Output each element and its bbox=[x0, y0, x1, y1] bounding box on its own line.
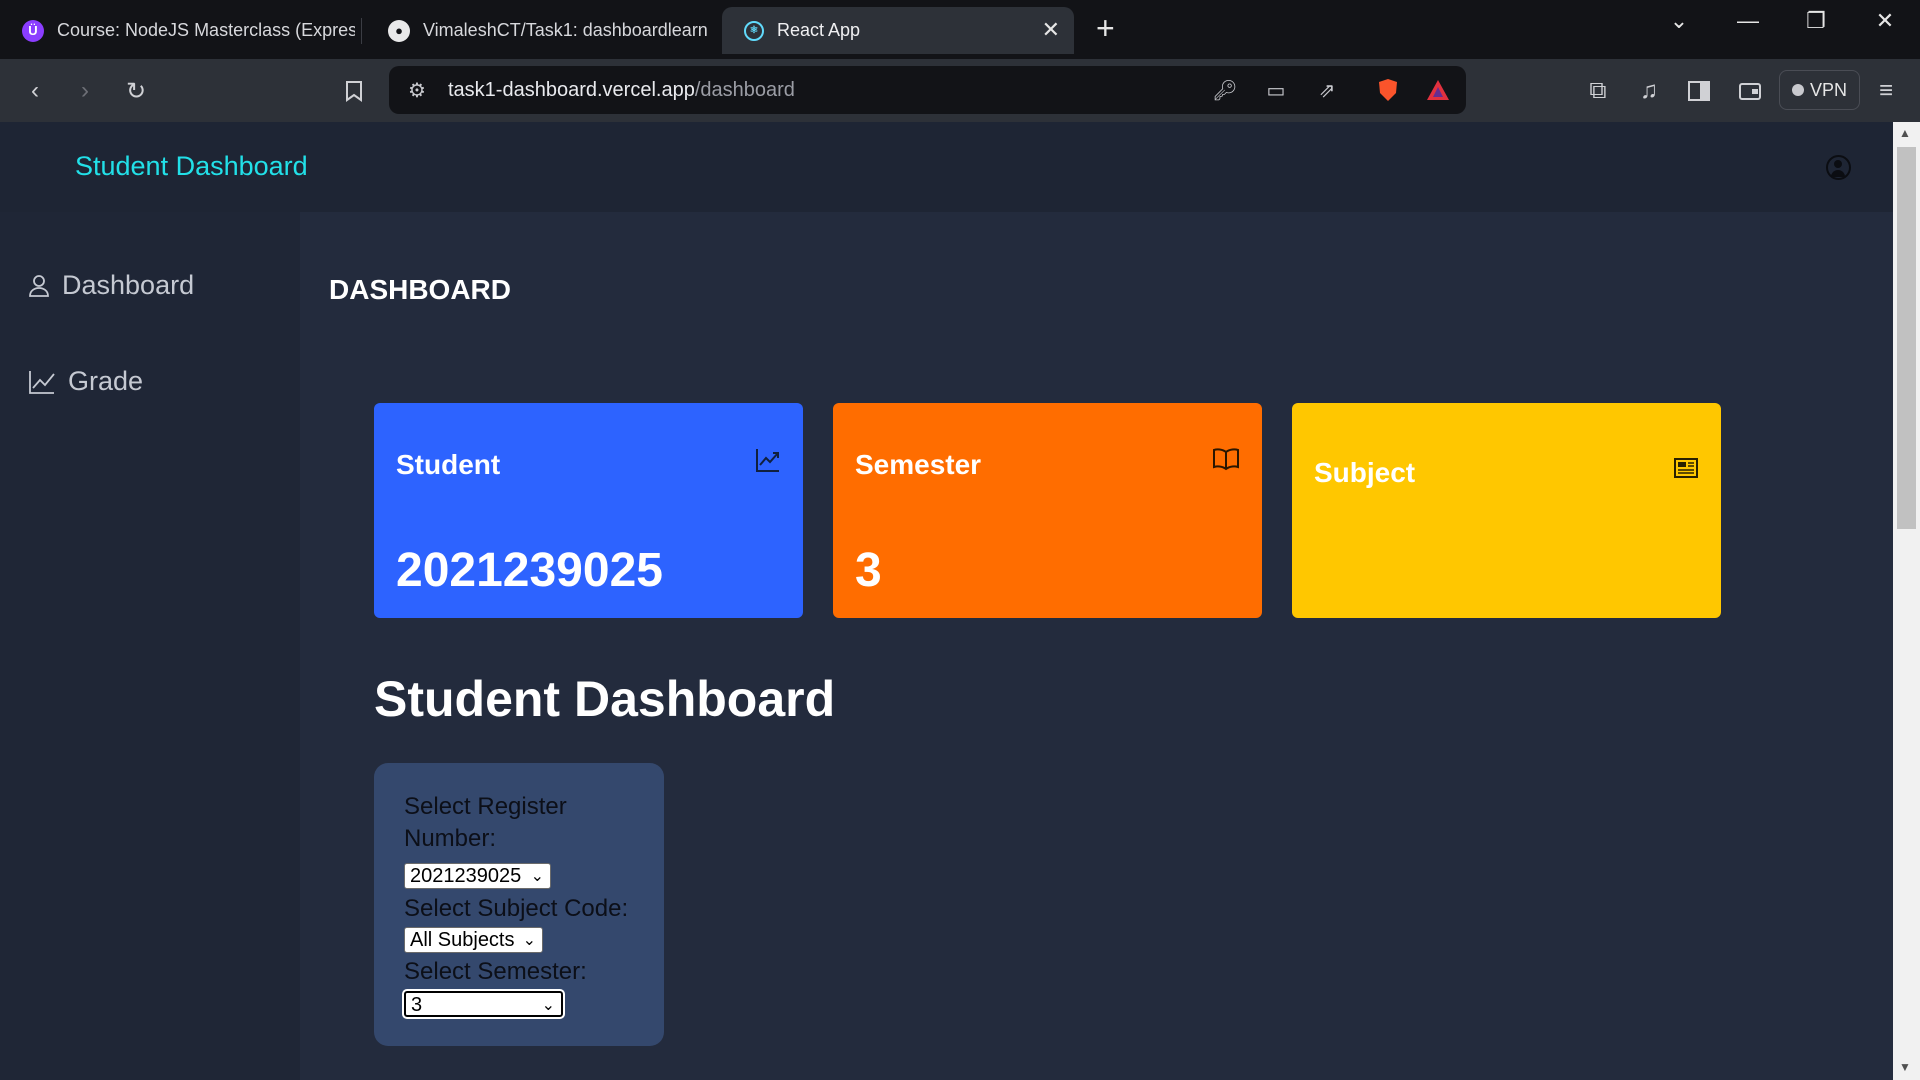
page-viewport: Student Dashboard Dashboard Grade DASHBO… bbox=[0, 122, 1893, 1080]
semester-card: Semester 3 bbox=[833, 403, 1262, 618]
student-card: Student 2021239025 bbox=[374, 403, 803, 618]
install-app-icon[interactable]: ▭ bbox=[1262, 76, 1290, 104]
subject-code-label: Select Subject Code: bbox=[404, 895, 629, 922]
react-icon: ⚛ bbox=[744, 20, 764, 41]
register-number-label: Select Register Number: bbox=[404, 793, 567, 852]
browser-toolbar: ‹ › ↻ ⚙ task1-dashboard.vercel.app/dashb… bbox=[0, 59, 1920, 122]
tab-nodejs-course[interactable]: Ü Course: NodeJS Masterclass (Express bbox=[0, 7, 355, 54]
close-window-button[interactable]: ✕ bbox=[1865, 8, 1905, 34]
tab-react-app[interactable]: ⚛ React App ✕ bbox=[722, 7, 1074, 54]
chevron-down-icon: ⌄ bbox=[530, 868, 544, 885]
brand-title[interactable]: Student Dashboard bbox=[75, 151, 308, 182]
vpn-status-icon bbox=[1791, 84, 1804, 96]
page-title: DASHBOARD bbox=[329, 274, 511, 305]
tab-search-icon[interactable]: ⌄ bbox=[1659, 8, 1699, 34]
sidebar-item-dashboard[interactable]: Dashboard bbox=[28, 270, 194, 301]
section-title: Student Dashboard bbox=[374, 671, 836, 727]
app-header: Student Dashboard bbox=[0, 122, 1893, 212]
menu-icon[interactable]: ≡ bbox=[1870, 75, 1902, 107]
user-icon bbox=[29, 274, 49, 297]
url-text: task1-dashboard.vercel.app/dashboard bbox=[448, 79, 795, 101]
semester-select[interactable]: 3 ⌄ bbox=[402, 989, 565, 1019]
chart-line-icon bbox=[29, 370, 55, 394]
wallet-icon[interactable] bbox=[1734, 75, 1766, 107]
github-icon: ● bbox=[388, 19, 410, 42]
semester-label: Select Semester: bbox=[404, 958, 587, 985]
reload-icon[interactable]: ↻ bbox=[120, 75, 152, 107]
chevron-down-icon: ⌄ bbox=[522, 932, 536, 949]
scroll-down-icon[interactable]: ▼ bbox=[1899, 1060, 1911, 1074]
subject-code-select[interactable]: All Subjects ⌄ bbox=[404, 927, 543, 953]
browser-tab-bar: Ü Course: NodeJS Masterclass (Express ● … bbox=[0, 0, 1920, 59]
tab-label: Course: NodeJS Masterclass (Express bbox=[57, 20, 355, 40]
card-title: Subject bbox=[1314, 457, 1416, 488]
scrollbar-thumb[interactable] bbox=[1897, 147, 1916, 529]
sidebar-item-grade[interactable]: Grade bbox=[28, 366, 143, 397]
music-icon[interactable]: ♫ bbox=[1633, 75, 1665, 107]
chevron-down-icon: ⌄ bbox=[541, 997, 555, 1014]
sidebar-item-label: Dashboard bbox=[62, 270, 195, 300]
new-tab-button[interactable]: + bbox=[1096, 12, 1115, 44]
register-number-select[interactable]: 2021239025 ⌄ bbox=[404, 863, 551, 889]
card-title: Semester bbox=[855, 449, 982, 480]
account-icon[interactable] bbox=[1826, 155, 1851, 180]
site-settings-icon[interactable]: ⚙ bbox=[403, 76, 431, 104]
sidebar-toggle-icon[interactable] bbox=[1683, 75, 1715, 107]
minimize-button[interactable]: — bbox=[1728, 8, 1768, 34]
address-bar[interactable]: ⚙ task1-dashboard.vercel.app/dashboard 🔑… bbox=[389, 66, 1466, 114]
card-value: 2021239025 bbox=[396, 544, 663, 597]
tab-divider bbox=[361, 18, 362, 44]
card-value: 3 bbox=[855, 544, 882, 597]
back-icon[interactable]: ‹ bbox=[19, 75, 51, 107]
trending-up-icon bbox=[756, 449, 779, 472]
brave-rewards-icon[interactable] bbox=[1424, 76, 1452, 104]
tab-label: VimaleshCT/Task1: dashboardlearn bbox=[423, 20, 708, 40]
forward-icon[interactable]: › bbox=[69, 75, 101, 107]
close-tab-icon[interactable]: ✕ bbox=[1042, 17, 1060, 43]
scroll-up-icon[interactable]: ▲ bbox=[1899, 126, 1911, 140]
tab-label: React App bbox=[777, 20, 861, 40]
filter-panel: Select Register Number: 2021239025 ⌄ Sel… bbox=[374, 763, 664, 1046]
sidebar-item-label: Grade bbox=[68, 366, 144, 396]
newspaper-icon bbox=[1674, 458, 1698, 478]
sidebar: Dashboard Grade bbox=[0, 212, 300, 1080]
brave-shields-icon[interactable] bbox=[1374, 76, 1402, 104]
vpn-button[interactable]: VPN bbox=[1779, 70, 1860, 110]
restore-button[interactable]: ❐ bbox=[1796, 8, 1836, 34]
subject-card: Subject bbox=[1292, 403, 1721, 618]
key-icon[interactable]: 🔑︎ bbox=[1211, 76, 1239, 104]
card-title: Student bbox=[396, 449, 501, 480]
udemy-icon: Ü bbox=[22, 19, 44, 42]
extensions-icon[interactable]: ⧉ bbox=[1582, 75, 1614, 107]
bookmark-icon[interactable] bbox=[338, 75, 370, 107]
book-icon bbox=[1213, 448, 1239, 471]
tab-github-repo[interactable]: ● VimaleshCT/Task1: dashboardlearn bbox=[366, 7, 716, 54]
share-icon[interactable]: ⇗ bbox=[1313, 76, 1341, 104]
